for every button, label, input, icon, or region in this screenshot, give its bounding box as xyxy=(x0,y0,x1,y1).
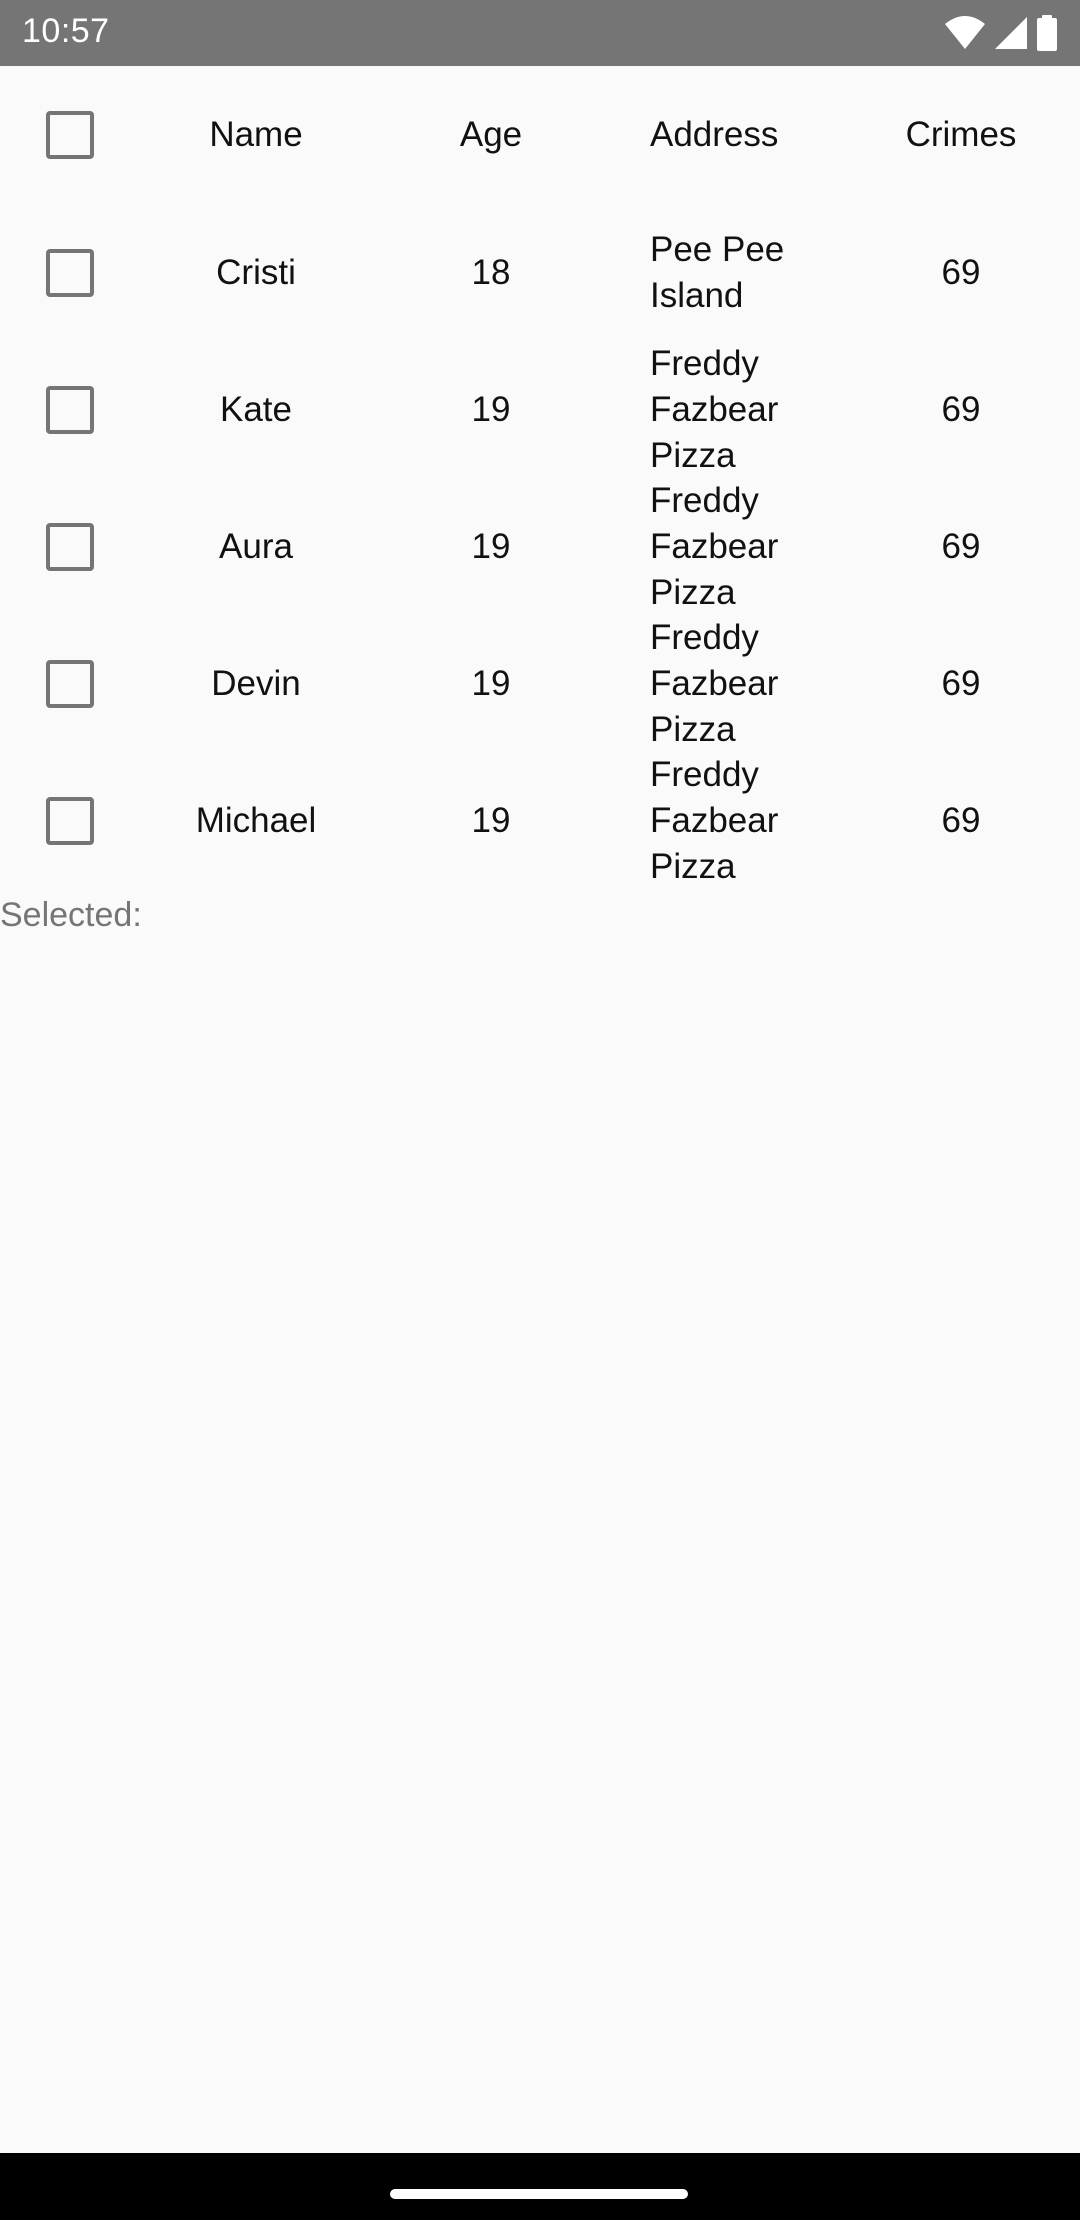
header-checkbox-cell xyxy=(0,66,140,204)
row-checkbox-cell xyxy=(0,341,140,478)
row-checkbox[interactable] xyxy=(46,385,94,434)
row-checkbox[interactable] xyxy=(46,796,94,845)
cell-name: Devin xyxy=(211,663,301,703)
select-all-checkbox[interactable] xyxy=(46,111,94,159)
cell-address: Freddy Fazbear Pizza xyxy=(650,754,779,886)
cell-age: 19 xyxy=(471,800,511,840)
cell-crimes: 69 xyxy=(941,800,981,840)
battery-icon xyxy=(1037,15,1057,51)
cell-age: 19 xyxy=(471,389,511,429)
header-crimes[interactable]: Crimes xyxy=(846,66,1076,204)
row-checkbox-cell xyxy=(0,615,140,752)
cell-name: Aura xyxy=(219,526,293,566)
home-handle[interactable] xyxy=(390,2189,688,2199)
cell-age: 18 xyxy=(471,252,511,292)
status-bar: 10:57 xyxy=(0,0,1080,66)
row-checkbox-cell xyxy=(0,478,140,615)
cell-name: Kate xyxy=(220,389,292,429)
status-time: 10:57 xyxy=(22,12,110,50)
cell-crimes: 69 xyxy=(941,389,981,429)
header-name[interactable]: Name xyxy=(140,66,372,204)
wifi-icon xyxy=(945,16,985,49)
cell-crimes: 69 xyxy=(941,526,981,566)
cell-age: 19 xyxy=(471,526,511,566)
cell-crimes: 69 xyxy=(941,663,981,703)
row-checkbox[interactable] xyxy=(46,522,94,571)
cell-name: Cristi xyxy=(216,252,296,292)
cellular-signal-icon xyxy=(995,17,1027,49)
table-row[interactable]: Michael 19 Freddy Fazbear Pizza 69 xyxy=(0,752,1080,889)
selected-label: Selected: xyxy=(0,896,142,934)
cell-address: Pee Pee Island xyxy=(650,229,785,315)
cell-address: Freddy Fazbear Pizza xyxy=(650,617,779,749)
navigation-bar xyxy=(0,2153,1080,2220)
cell-name: Michael xyxy=(195,800,317,840)
cell-address: Freddy Fazbear Pizza xyxy=(650,343,779,475)
table-row[interactable]: Kate 19 Freddy Fazbear Pizza 69 xyxy=(0,341,1080,478)
cell-address: Freddy Fazbear Pizza xyxy=(650,480,779,612)
table-row[interactable]: Devin 19 Freddy Fazbear Pizza 69 xyxy=(0,615,1080,752)
table-row[interactable]: Aura 19 Freddy Fazbear Pizza 69 xyxy=(0,478,1080,615)
cell-crimes: 69 xyxy=(941,252,981,292)
table-row[interactable]: Cristi 18 Pee Pee Island 69 xyxy=(0,204,1080,341)
cell-age: 19 xyxy=(471,663,511,703)
row-checkbox-cell xyxy=(0,204,140,341)
data-table: Name Age Address Crimes Cristi 18 Pee Pe… xyxy=(0,66,1080,889)
table-header-row: Name Age Address Crimes xyxy=(0,66,1080,204)
status-icons xyxy=(944,14,1058,52)
row-checkbox[interactable] xyxy=(46,248,94,297)
header-address[interactable]: Address xyxy=(650,66,820,204)
row-checkbox-cell xyxy=(0,752,140,889)
row-checkbox[interactable] xyxy=(46,659,94,708)
header-age[interactable]: Age xyxy=(376,66,606,204)
